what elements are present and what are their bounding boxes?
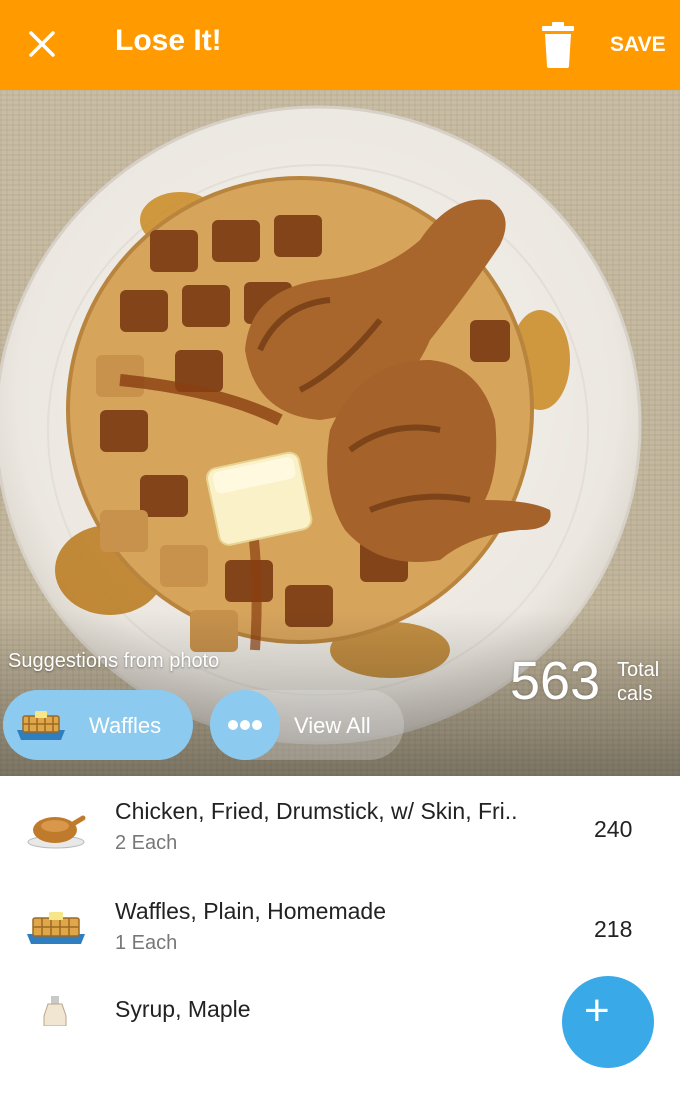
close-icon[interactable] bbox=[26, 28, 58, 60]
view-all-label: View All bbox=[294, 713, 371, 738]
suggestion-chip-waffles[interactable]: Waffles bbox=[3, 690, 193, 760]
food-row[interactable]: Waffles, Plain, Homemade 1 Each 218 bbox=[0, 898, 680, 998]
add-food-button[interactable]: + bbox=[562, 976, 654, 1068]
waffle-icon bbox=[17, 711, 65, 740]
waffle-icon bbox=[27, 912, 85, 944]
food-quantity: 2 Each bbox=[115, 832, 178, 854]
chip-label: Waffles bbox=[89, 713, 162, 738]
app-bar: Lose It! SAVE bbox=[0, 0, 680, 90]
cals-label: cals bbox=[617, 683, 653, 705]
total-calories-label: Total cals bbox=[617, 658, 659, 706]
total-calories-value: 563 bbox=[510, 651, 601, 711]
plus-icon: + bbox=[584, 986, 610, 1035]
food-name: Chicken, Fried, Drumstick, w/ Skin, Fri.… bbox=[115, 798, 518, 824]
food-quantity: 1 Each bbox=[115, 932, 178, 954]
total-label: Total bbox=[617, 659, 660, 681]
food-calories: 240 bbox=[594, 816, 633, 842]
food-name: Waffles, Plain, Homemade bbox=[115, 898, 387, 924]
food-name: Syrup, Maple bbox=[115, 996, 251, 1022]
view-all-button[interactable]: View All bbox=[210, 690, 404, 760]
syrup-bottle-icon bbox=[43, 996, 67, 1026]
more-dots-icon bbox=[210, 690, 280, 760]
food-photo: 563 Total cals Suggestions from photo bbox=[0, 90, 680, 776]
save-button[interactable]: SAVE bbox=[610, 33, 666, 57]
app-title: Lose It! bbox=[115, 24, 222, 57]
food-row[interactable]: Chicken, Fried, Drumstick, w/ Skin, Fri.… bbox=[0, 798, 680, 898]
trash-icon[interactable] bbox=[538, 22, 578, 68]
suggestions-heading: Suggestions from photo bbox=[8, 650, 220, 672]
food-calories: 218 bbox=[594, 916, 633, 942]
fried-chicken-icon bbox=[27, 815, 86, 849]
